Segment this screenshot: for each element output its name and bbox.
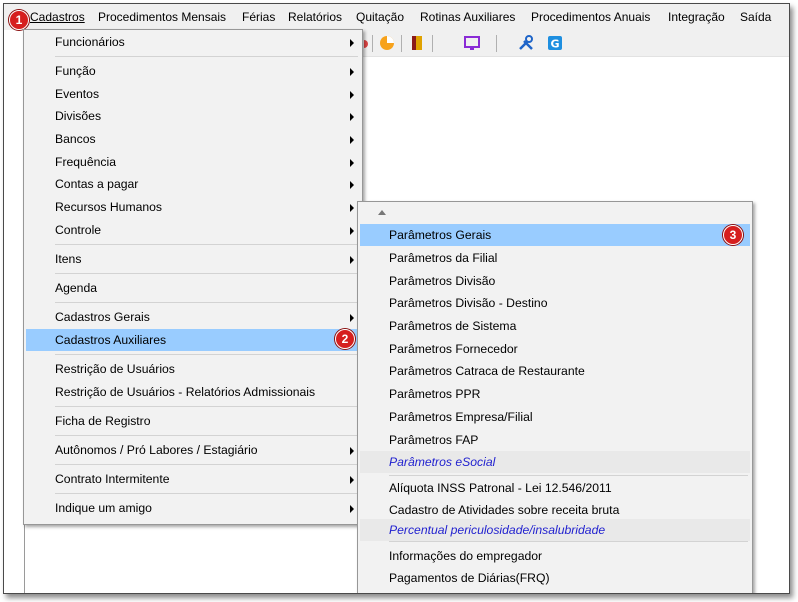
chevron-right-icon: [350, 476, 354, 484]
chevron-right-icon: [350, 68, 354, 76]
submenu-item-parametros-catraca[interactable]: Parâmetros Catraca de Restaurante: [360, 360, 750, 382]
menu-separator: [55, 244, 358, 245]
submenu-item-parametros-sistema[interactable]: Parâmetros de Sistema: [360, 315, 750, 337]
menu-item-itens[interactable]: Itens: [26, 248, 360, 270]
application-window: Cadastros Procedimentos Mensais Férias R…: [3, 3, 790, 594]
menu-item-contas-a-pagar[interactable]: Contas a pagar: [26, 173, 360, 195]
chevron-right-icon: [350, 227, 354, 235]
menu-relatorios[interactable]: Relatórios: [288, 4, 342, 30]
chart-pie-icon[interactable]: [379, 35, 395, 51]
menu-item-cadastros-gerais[interactable]: Cadastros Gerais: [26, 306, 360, 328]
chevron-right-icon: [350, 314, 354, 322]
menu-ferias[interactable]: Férias: [242, 4, 275, 30]
menu-item-agenda[interactable]: Agenda: [26, 277, 360, 299]
menu-separator: [55, 493, 358, 494]
menu-separator: [55, 354, 358, 355]
chevron-right-icon: [350, 159, 354, 167]
submenu-item-parametros-esocial[interactable]: Parâmetros eSocial: [360, 451, 750, 473]
menu-separator: [55, 464, 358, 465]
menu-quitacao[interactable]: Quitação: [356, 4, 404, 30]
menu-item-bancos[interactable]: Bancos: [26, 128, 360, 150]
menu-rotinas-auxiliares[interactable]: Rotinas Auxiliares: [420, 4, 515, 30]
submenu-item-parametros-divisao[interactable]: Parâmetros Divisão: [360, 270, 750, 292]
menu-separator: [389, 475, 748, 476]
submenu-item-parametros-divisao-destino[interactable]: Parâmetros Divisão - Destino: [360, 292, 750, 314]
menu-procedimentos-mensais[interactable]: Procedimentos Mensais: [98, 4, 226, 30]
scroll-up-icon[interactable]: [378, 210, 386, 215]
submenu-item-percentual-periculosidade[interactable]: Percentual periculosidade/insalubridade: [360, 519, 750, 541]
book-icon[interactable]: [409, 35, 425, 51]
menu-item-ficha-registro[interactable]: Ficha de Registro: [26, 410, 360, 432]
step-badge-2: 2: [335, 329, 355, 349]
cadastros-menu: Funcionários Função Eventos Divisões Ban…: [23, 29, 363, 525]
menu-item-cadastros-auxiliares[interactable]: Cadastros Auxiliares: [26, 329, 360, 351]
menu-item-eventos[interactable]: Eventos: [26, 83, 360, 105]
toolbar-separator: [372, 35, 373, 52]
menu-item-funcionarios[interactable]: Funcionários: [26, 31, 360, 53]
chevron-right-icon: [350, 447, 354, 455]
menu-item-autonomos[interactable]: Autônomos / Pró Labores / Estagiário: [26, 439, 360, 461]
menu-item-restricao-usuarios[interactable]: Restrição de Usuários: [26, 358, 360, 380]
toolbar-separator: [496, 35, 497, 52]
menu-item-frequencia[interactable]: Frequência: [26, 151, 360, 173]
submenu-item-parametros-gerais[interactable]: Parâmetros Gerais: [360, 224, 750, 246]
chevron-right-icon: [350, 256, 354, 264]
chevron-right-icon: [350, 204, 354, 212]
monitor-icon[interactable]: [464, 35, 480, 51]
menu-item-recursos-humanos[interactable]: Recursos Humanos: [26, 196, 360, 218]
cadastros-auxiliares-submenu: Parâmetros Gerais Parâmetros da Filial P…: [357, 201, 753, 593]
menu-bar: Cadastros Procedimentos Mensais Férias R…: [4, 4, 789, 30]
chevron-right-icon: [350, 39, 354, 47]
chevron-right-icon: [350, 136, 354, 144]
menu-item-controle[interactable]: Controle: [26, 219, 360, 241]
menu-item-restricao-usuarios-relatorios[interactable]: Restrição de Usuários - Relatórios Admis…: [26, 381, 360, 403]
submenu-item-parametros-empresa-filial[interactable]: Parâmetros Empresa/Filial: [360, 406, 750, 428]
submenu-item-parametros-fornecedor[interactable]: Parâmetros Fornecedor: [360, 338, 750, 360]
toolbar-separator: [401, 35, 402, 52]
submenu-item-informacoes-empregador[interactable]: Informações do empregador: [360, 545, 750, 567]
menu-item-divisoes[interactable]: Divisões: [26, 105, 360, 127]
menu-separator: [55, 273, 358, 274]
chevron-right-icon: [350, 505, 354, 513]
submenu-item-aliquota-inss[interactable]: Alíquota INSS Patronal - Lei 12.546/2011: [360, 477, 750, 499]
chevron-right-icon: [350, 91, 354, 99]
submenu-item-parametros-fap[interactable]: Parâmetros FAP: [360, 429, 750, 451]
menu-separator: [389, 541, 748, 542]
menu-integracao[interactable]: Integração: [668, 4, 725, 30]
chevron-right-icon: [350, 113, 354, 121]
tools-icon[interactable]: [518, 35, 534, 51]
menu-item-indique-amigo[interactable]: Indique um amigo: [26, 497, 360, 519]
menu-cadastros[interactable]: Cadastros: [30, 4, 85, 30]
submenu-item-pagamentos-diarias[interactable]: Pagamentos de Diárias(FRQ): [360, 567, 750, 589]
step-badge-3: 3: [723, 225, 743, 245]
menu-separator: [55, 56, 358, 57]
menu-item-contrato-intermitente[interactable]: Contrato Intermitente: [26, 468, 360, 490]
submenu-item-parametros-filial[interactable]: Parâmetros da Filial: [360, 247, 750, 269]
toolbar-separator: [432, 35, 433, 52]
submenu-item-parametros-ppr[interactable]: Parâmetros PPR: [360, 383, 750, 405]
partial-icon[interactable]: [364, 35, 370, 51]
step-badge-1: 1: [9, 10, 29, 30]
left-panel: [4, 30, 25, 593]
submenu-item-cadastro-atividades[interactable]: Cadastro de Atividades sobre receita bru…: [360, 499, 750, 521]
menu-separator: [55, 435, 358, 436]
svg-text:G: G: [550, 38, 559, 51]
menu-item-funcao[interactable]: Função: [26, 60, 360, 82]
menu-separator: [55, 302, 358, 303]
g-app-icon[interactable]: G: [547, 35, 563, 51]
chevron-right-icon: [350, 181, 354, 189]
menu-procedimentos-anuais[interactable]: Procedimentos Anuais: [531, 4, 650, 30]
menu-saida[interactable]: Saída: [740, 4, 771, 30]
menu-separator: [55, 406, 358, 407]
